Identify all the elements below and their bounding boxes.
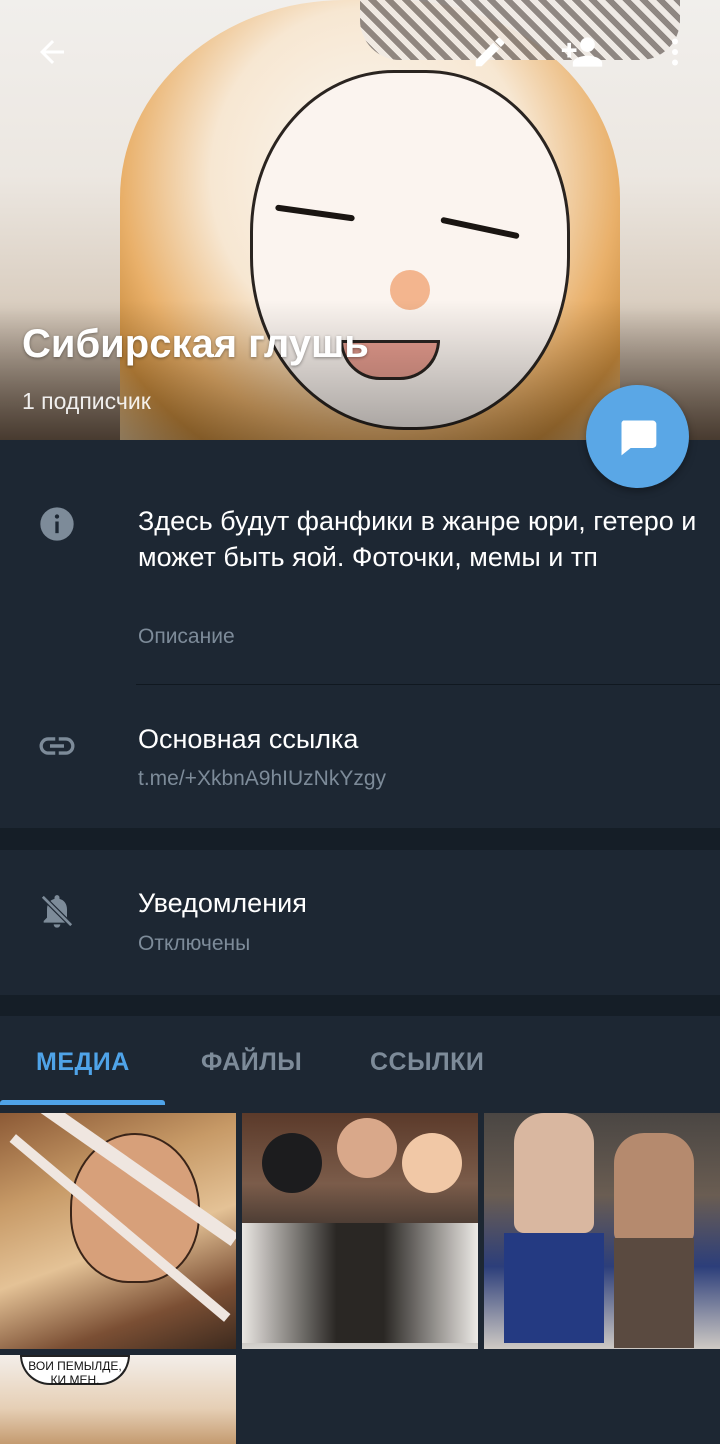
add-person-icon — [561, 37, 603, 67]
media-thumbnail[interactable]: ВОИ ПЕМЫЛДЕ, КИ МЕН. — [0, 1355, 236, 1444]
media-art-figure — [337, 1118, 397, 1178]
more-vertical-icon — [672, 38, 678, 66]
media-thumbnail[interactable] — [484, 1113, 720, 1349]
notifications-title: Уведомления — [138, 888, 307, 918]
link-title: Основная ссылка — [138, 724, 359, 754]
media-thumbnail[interactable] — [242, 1113, 478, 1349]
pencil-icon — [475, 37, 505, 67]
shared-media-tabs: МЕДИА ФАЙЛЫ ССЫЛКИ — [0, 1016, 720, 1106]
link-value[interactable]: t.me/+XkbnA9hIUzNkYzgy — [138, 767, 386, 791]
media-art-bodies — [242, 1223, 478, 1343]
description-label: Описание — [138, 625, 235, 648]
tab-media[interactable]: МЕДИА — [36, 1048, 130, 1077]
media-art-fighter — [514, 1113, 594, 1233]
more-button[interactable] — [645, 22, 705, 82]
media-thumbnail[interactable] — [0, 1113, 236, 1349]
link-icon — [36, 725, 78, 767]
edit-button[interactable] — [460, 22, 520, 82]
arrow-left-icon — [40, 40, 64, 64]
header-art-bandana — [360, 0, 680, 60]
media-speech-bubble: ВОИ ПЕМЫЛДЕ, КИ МЕН. — [20, 1355, 130, 1387]
section-gap — [0, 995, 720, 1016]
add-member-button[interactable] — [552, 22, 612, 82]
link-row[interactable] — [0, 685, 720, 828]
tabs-bottom-spacer — [0, 1105, 720, 1113]
back-button[interactable] — [22, 22, 82, 82]
media-art-legs — [504, 1233, 604, 1343]
media-art-legs — [614, 1238, 694, 1348]
description-text: Здесь будут фанфики в жанре юри, гетеро … — [138, 506, 697, 572]
tab-links[interactable]: ССЫЛКИ — [370, 1048, 484, 1077]
bell-off-icon — [36, 890, 78, 932]
media-art-fighter — [614, 1133, 694, 1243]
channel-header-photo[interactable] — [0, 0, 720, 440]
subscriber-count: 1 подписчик — [22, 388, 151, 414]
channel-title: Сибирская глушь — [22, 322, 369, 366]
tab-files[interactable]: ФАЙЛЫ — [201, 1048, 302, 1077]
notifications-value: Отключены — [138, 932, 251, 955]
info-icon — [36, 503, 78, 545]
notifications-row[interactable] — [0, 850, 720, 995]
media-art-figure — [262, 1133, 322, 1193]
section-gap — [0, 828, 720, 850]
media-art-figure — [402, 1133, 462, 1193]
